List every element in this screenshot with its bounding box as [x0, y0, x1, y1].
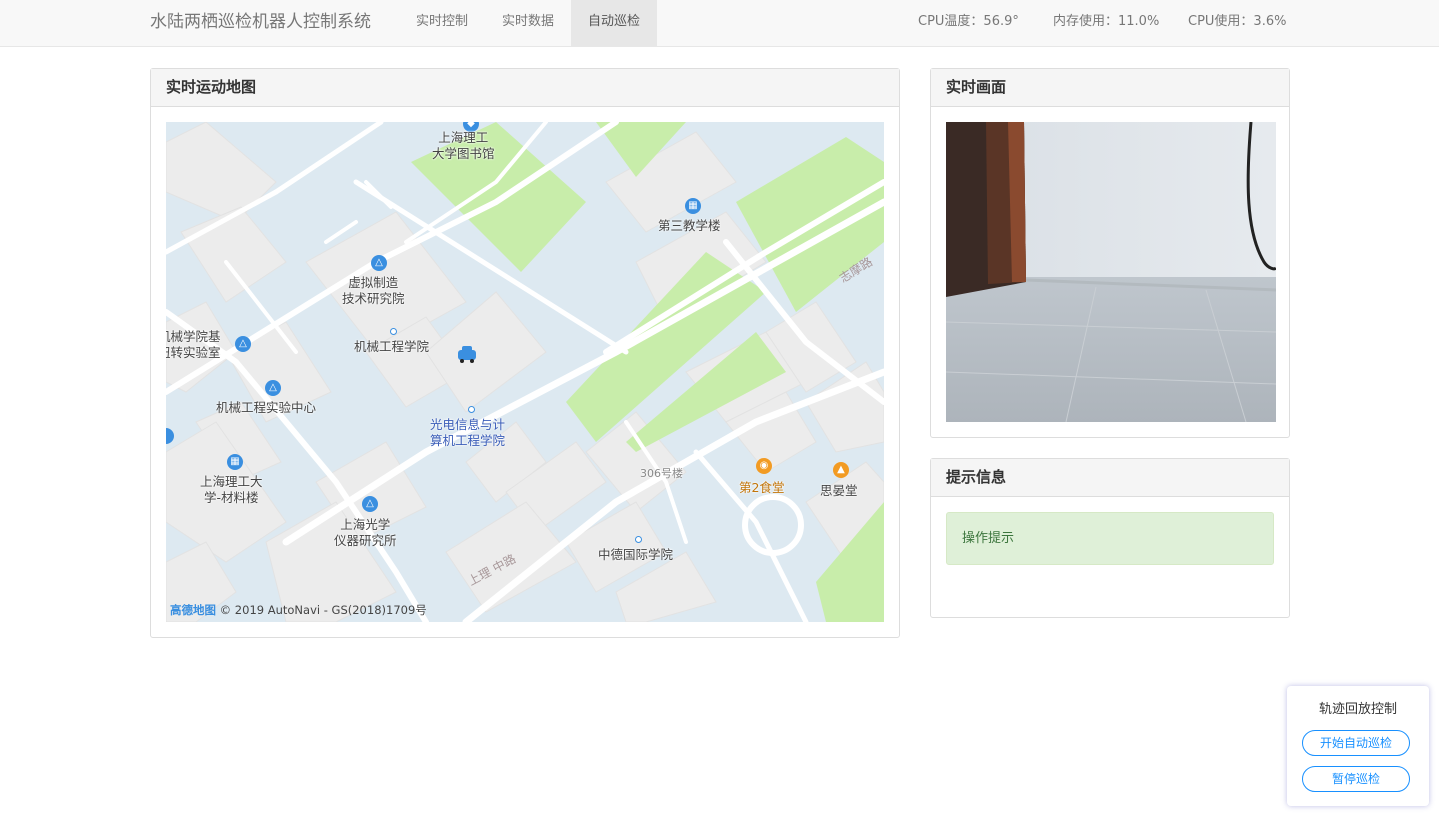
nav-realtime-control[interactable]: 实时控制	[400, 0, 484, 46]
amap-logo[interactable]: 高德地图	[170, 603, 216, 617]
map-label-teaching3[interactable]: 第三教学楼	[658, 218, 721, 234]
pause-patrol-button[interactable]: 暂停巡检	[1302, 766, 1410, 792]
map-label-building306[interactable]: 306号楼	[640, 466, 683, 482]
map-label-mech-eng[interactable]: 机械工程学院	[354, 339, 429, 355]
poi-dot-icon[interactable]	[390, 328, 397, 335]
lab-flask-icon[interactable]: △	[371, 255, 387, 271]
memory-stat: 内存使用：11.0%	[1053, 14, 1160, 29]
lab-flask-icon[interactable]: △	[265, 380, 281, 396]
nav-auto-patrol[interactable]: 自动巡检	[571, 0, 657, 46]
replay-title: 轨迹回放控制	[1318, 702, 1397, 717]
cpu-usage-stat: CPU使用：3.6%	[1188, 14, 1287, 29]
map-label-mech-lab[interactable]: 机械工程实验中心	[216, 400, 316, 416]
realtime-map[interactable]: ◆ ▦ △ △ △ ▦ △ ◉ ▲ 上海理工 大学图书馆 第三教学楼 志摩路 虚…	[166, 122, 884, 622]
poi-dot-icon[interactable]	[635, 536, 642, 543]
camera-panel: 实时画面	[930, 68, 1290, 438]
materials-building-poi-icon[interactable]: ▦	[227, 454, 243, 470]
map-label-virtual-mfg[interactable]: 虚拟制造 技术研究院	[342, 275, 405, 307]
start-patrol-button[interactable]: 开始自动巡检	[1302, 730, 1410, 756]
map-label-optics-inst[interactable]: 上海光学 仪器研究所	[334, 517, 397, 549]
map-label-mech-torsion[interactable]: 机械学院基 扭转实验室	[166, 329, 221, 361]
lab-flask-icon[interactable]: △	[362, 496, 378, 512]
map-panel: 实时运动地图 ◆ ▦ △ △ △ ▦ △ ◉ ▲ 上海理工 大学图书馆 第三教学…	[150, 68, 900, 638]
info-panel-title: 提示信息	[931, 459, 1289, 497]
app-title[interactable]: 水陆两栖巡检机器人控制系统	[150, 0, 371, 46]
camera-panel-title: 实时画面	[931, 69, 1289, 107]
map-panel-title: 实时运动地图	[151, 69, 899, 107]
hall-icon[interactable]: ▲	[833, 462, 849, 478]
info-panel: 提示信息 操作提示	[930, 458, 1290, 618]
map-copyright: 高德地图 © 2019 AutoNavi - GS(2018)1709号	[170, 602, 427, 618]
poi-dot-icon[interactable]	[468, 406, 475, 413]
map-label-canteen2[interactable]: 第2食堂	[739, 480, 784, 496]
map-label-siyuan[interactable]: 思晏堂	[820, 483, 858, 499]
teaching-building-poi-icon[interactable]: ▦	[685, 198, 701, 214]
camera-frame	[946, 122, 1276, 422]
cpu-temp-stat: CPU温度：56.9°	[918, 14, 1019, 29]
map-label-library[interactable]: 上海理工 大学图书馆	[432, 130, 495, 162]
lab-flask-icon[interactable]: △	[235, 336, 251, 352]
map-label-materials[interactable]: 上海理工大 学-材料楼	[200, 474, 263, 506]
camera-feed	[946, 122, 1276, 422]
map-label-optoelec[interactable]: 光电信息与计 算机工程学院	[430, 417, 505, 449]
map-base	[166, 122, 884, 622]
copyright-text: © 2019 AutoNavi - GS(2018)1709号	[219, 603, 427, 617]
info-message: 操作提示	[946, 512, 1274, 565]
navbar: 水陆两栖巡检机器人控制系统 实时控制 实时数据 自动巡检 CPU温度：56.9°…	[0, 0, 1439, 47]
replay-control-panel: 轨迹回放控制 开始自动巡检 暂停巡检	[1287, 686, 1429, 806]
canteen-icon[interactable]: ◉	[756, 458, 772, 474]
nav-realtime-data[interactable]: 实时数据	[486, 0, 570, 46]
map-label-sino-german[interactable]: 中德国际学院	[598, 547, 673, 563]
